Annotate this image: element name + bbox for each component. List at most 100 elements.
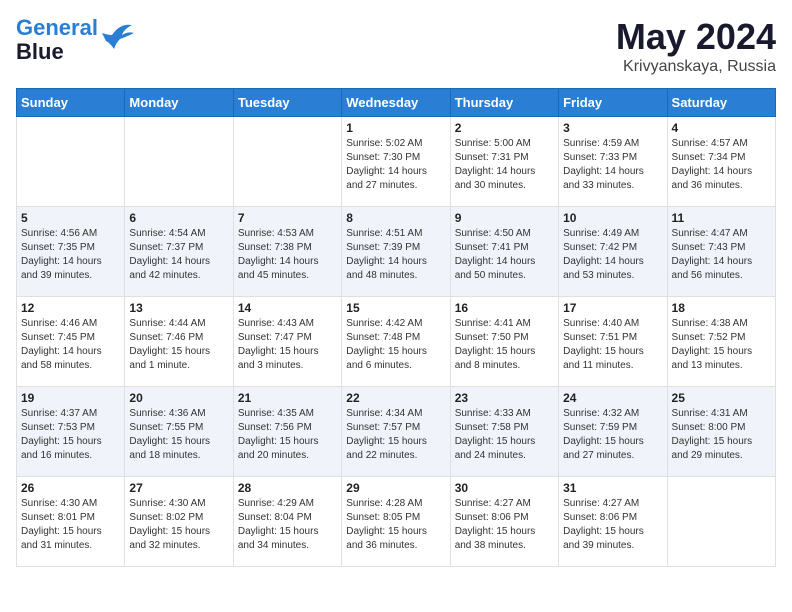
calendar-cell: 6 Sunrise: 4:54 AM Sunset: 7:37 PM Daylig… <box>125 207 233 297</box>
title-block: May 2024 Krivyanskaya, Russia <box>616 16 776 76</box>
day-info: Sunrise: 5:00 AM Sunset: 7:31 PM Dayligh… <box>455 137 554 193</box>
day-number: 22 <box>346 391 445 405</box>
day-number: 31 <box>563 481 662 495</box>
calendar-cell: 16 Sunrise: 4:41 AM Sunset: 7:50 PM Dayli… <box>450 297 558 387</box>
day-number: 19 <box>21 391 120 405</box>
calendar-cell: 9 Sunrise: 4:50 AM Sunset: 7:41 PM Daylig… <box>450 207 558 297</box>
calendar-cell: 24Sunrise: 4:32 AM Sunset: 7:59 PM Dayli… <box>559 387 667 477</box>
day-info: Sunrise: 4:37 AM Sunset: 7:53 PM Dayligh… <box>21 407 120 463</box>
calendar-cell <box>125 117 233 207</box>
day-info: Sunrise: 4:44 AM Sunset: 7:46 PM Dayligh… <box>129 317 228 373</box>
day-info: Sunrise: 4:30 AM Sunset: 8:01 PM Dayligh… <box>21 497 120 553</box>
day-info: Sunrise: 4:59 AM Sunset: 7:33 PM Dayligh… <box>563 137 662 193</box>
day-info: Sunrise: 4:50 AM Sunset: 7:41 PM Dayligh… <box>455 227 554 283</box>
calendar-week-row: 12 Sunrise: 4:46 AM Sunset: 7:45 PM Dayli… <box>17 297 776 387</box>
calendar-cell: 20 Sunrise: 4:36 AM Sunset: 7:55 PM Dayli… <box>125 387 233 477</box>
day-number: 24 <box>563 391 662 405</box>
day-info: Sunrise: 4:56 AM Sunset: 7:35 PM Dayligh… <box>21 227 120 283</box>
day-info: Sunrise: 4:28 AM Sunset: 8:05 PM Dayligh… <box>346 497 445 553</box>
column-header-monday: Monday <box>125 89 233 117</box>
day-number: 21 <box>238 391 337 405</box>
calendar-cell: 26 Sunrise: 4:30 AM Sunset: 8:01 PM Dayli… <box>17 477 125 567</box>
day-number: 16 <box>455 301 554 315</box>
day-number: 28 <box>238 481 337 495</box>
day-number: 20 <box>129 391 228 405</box>
calendar-cell: 21 Sunrise: 4:35 AM Sunset: 7:56 PM Dayli… <box>233 387 341 477</box>
day-number: 23 <box>455 391 554 405</box>
calendar-cell: 22 Sunrise: 4:34 AM Sunset: 7:57 PM Dayli… <box>342 387 450 477</box>
calendar-header-row: SundayMondayTuesdayWednesdayThursdayFrid… <box>17 89 776 117</box>
calendar-cell <box>17 117 125 207</box>
calendar-cell: 30Sunrise: 4:27 AM Sunset: 8:06 PM Dayli… <box>450 477 558 567</box>
day-number: 8 <box>346 211 445 225</box>
day-number: 13 <box>129 301 228 315</box>
column-header-friday: Friday <box>559 89 667 117</box>
location: Krivyanskaya, Russia <box>616 58 776 76</box>
column-header-tuesday: Tuesday <box>233 89 341 117</box>
day-number: 15 <box>346 301 445 315</box>
day-info: Sunrise: 4:35 AM Sunset: 7:56 PM Dayligh… <box>238 407 337 463</box>
calendar-cell: 17 Sunrise: 4:40 AM Sunset: 7:51 PM Dayli… <box>559 297 667 387</box>
day-info: Sunrise: 4:54 AM Sunset: 7:37 PM Dayligh… <box>129 227 228 283</box>
day-number: 27 <box>129 481 228 495</box>
page-header: GeneralBlue May 2024 Krivyanskaya, Russi… <box>16 16 776 76</box>
calendar-cell: 15 Sunrise: 4:42 AM Sunset: 7:48 PM Dayli… <box>342 297 450 387</box>
calendar-cell: 13 Sunrise: 4:44 AM Sunset: 7:46 PM Dayli… <box>125 297 233 387</box>
day-number: 7 <box>238 211 337 225</box>
day-info: Sunrise: 4:40 AM Sunset: 7:51 PM Dayligh… <box>563 317 662 373</box>
month-title: May 2024 <box>616 16 776 58</box>
day-number: 10 <box>563 211 662 225</box>
calendar-week-row: 19 Sunrise: 4:37 AM Sunset: 7:53 PM Dayli… <box>17 387 776 477</box>
day-info: Sunrise: 4:43 AM Sunset: 7:47 PM Dayligh… <box>238 317 337 373</box>
calendar-cell: 3Sunrise: 4:59 AM Sunset: 7:33 PM Daylig… <box>559 117 667 207</box>
calendar-cell: 25 Sunrise: 4:31 AM Sunset: 8:00 PM Dayli… <box>667 387 775 477</box>
calendar-cell: 7 Sunrise: 4:53 AM Sunset: 7:38 PM Daylig… <box>233 207 341 297</box>
column-header-sunday: Sunday <box>17 89 125 117</box>
calendar-cell: 31 Sunrise: 4:27 AM Sunset: 8:06 PM Dayli… <box>559 477 667 567</box>
day-info: Sunrise: 4:42 AM Sunset: 7:48 PM Dayligh… <box>346 317 445 373</box>
day-number: 25 <box>672 391 771 405</box>
day-number: 17 <box>563 301 662 315</box>
calendar-cell: 10 Sunrise: 4:49 AM Sunset: 7:42 PM Dayli… <box>559 207 667 297</box>
column-header-thursday: Thursday <box>450 89 558 117</box>
day-info: Sunrise: 4:29 AM Sunset: 8:04 PM Dayligh… <box>238 497 337 553</box>
day-info: Sunrise: 4:36 AM Sunset: 7:55 PM Dayligh… <box>129 407 228 463</box>
day-info: Sunrise: 4:49 AM Sunset: 7:42 PM Dayligh… <box>563 227 662 283</box>
column-header-wednesday: Wednesday <box>342 89 450 117</box>
day-number: 11 <box>672 211 771 225</box>
calendar-week-row: 5Sunrise: 4:56 AM Sunset: 7:35 PM Daylig… <box>17 207 776 297</box>
column-header-saturday: Saturday <box>667 89 775 117</box>
calendar-cell: 4Sunrise: 4:57 AM Sunset: 7:34 PM Daylig… <box>667 117 775 207</box>
day-info: Sunrise: 4:30 AM Sunset: 8:02 PM Dayligh… <box>129 497 228 553</box>
calendar-cell: 12 Sunrise: 4:46 AM Sunset: 7:45 PM Dayli… <box>17 297 125 387</box>
day-info: Sunrise: 4:41 AM Sunset: 7:50 PM Dayligh… <box>455 317 554 373</box>
day-number: 18 <box>672 301 771 315</box>
day-number: 2 <box>455 121 554 135</box>
day-info: Sunrise: 4:27 AM Sunset: 8:06 PM Dayligh… <box>563 497 662 553</box>
day-info: Sunrise: 4:34 AM Sunset: 7:57 PM Dayligh… <box>346 407 445 463</box>
calendar-week-row: 26 Sunrise: 4:30 AM Sunset: 8:01 PM Dayli… <box>17 477 776 567</box>
day-info: Sunrise: 4:51 AM Sunset: 7:39 PM Dayligh… <box>346 227 445 283</box>
day-info: Sunrise: 4:53 AM Sunset: 7:38 PM Dayligh… <box>238 227 337 283</box>
calendar-cell: 11 Sunrise: 4:47 AM Sunset: 7:43 PM Dayli… <box>667 207 775 297</box>
calendar-cell <box>667 477 775 567</box>
calendar-cell: 8 Sunrise: 4:51 AM Sunset: 7:39 PM Daylig… <box>342 207 450 297</box>
day-number: 26 <box>21 481 120 495</box>
day-number: 12 <box>21 301 120 315</box>
calendar-cell: 2 Sunrise: 5:00 AM Sunset: 7:31 PM Daylig… <box>450 117 558 207</box>
day-info: Sunrise: 4:47 AM Sunset: 7:43 PM Dayligh… <box>672 227 771 283</box>
day-info: Sunrise: 4:33 AM Sunset: 7:58 PM Dayligh… <box>455 407 554 463</box>
day-number: 1 <box>346 121 445 135</box>
calendar-cell: 27 Sunrise: 4:30 AM Sunset: 8:02 PM Dayli… <box>125 477 233 567</box>
day-info: Sunrise: 4:46 AM Sunset: 7:45 PM Dayligh… <box>21 317 120 373</box>
day-info: Sunrise: 4:31 AM Sunset: 8:00 PM Dayligh… <box>672 407 771 463</box>
calendar-cell: 23 Sunrise: 4:33 AM Sunset: 7:58 PM Dayli… <box>450 387 558 477</box>
day-number: 9 <box>455 211 554 225</box>
calendar-cell: 5Sunrise: 4:56 AM Sunset: 7:35 PM Daylig… <box>17 207 125 297</box>
day-number: 30 <box>455 481 554 495</box>
calendar-cell <box>233 117 341 207</box>
day-number: 4 <box>672 121 771 135</box>
day-number: 6 <box>129 211 228 225</box>
logo-bird-icon <box>102 21 134 49</box>
calendar-cell: 1Sunrise: 5:02 AM Sunset: 7:30 PM Daylig… <box>342 117 450 207</box>
